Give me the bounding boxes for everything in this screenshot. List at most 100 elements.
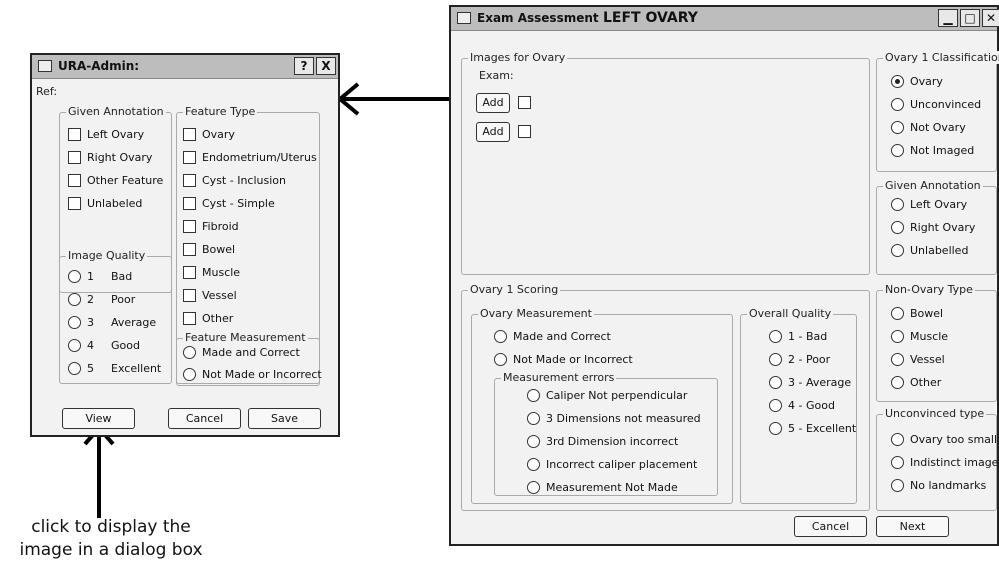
radio-button[interactable] bbox=[891, 121, 904, 134]
option-label: Other Feature bbox=[87, 174, 164, 187]
exam-given-annotation-group: Given Annotation Left Ovary Right Ovary … bbox=[876, 179, 997, 275]
group-legend: Image Quality bbox=[66, 249, 148, 262]
add-image-button-1[interactable]: Add bbox=[476, 93, 510, 113]
radio-button[interactable] bbox=[769, 422, 782, 435]
radio-button[interactable] bbox=[891, 75, 904, 88]
radio-button[interactable] bbox=[68, 362, 81, 375]
radio-button[interactable] bbox=[891, 244, 904, 257]
radio-button[interactable] bbox=[891, 221, 904, 234]
radio-button[interactable] bbox=[68, 316, 81, 329]
checkbox[interactable] bbox=[68, 174, 81, 187]
radio-button[interactable] bbox=[891, 307, 904, 320]
checkbox[interactable] bbox=[183, 151, 196, 164]
radio-button[interactable] bbox=[68, 270, 81, 283]
radio-button[interactable] bbox=[891, 376, 904, 389]
checkbox[interactable] bbox=[183, 174, 196, 187]
option-label: 3rd Dimension incorrect bbox=[546, 435, 679, 448]
radio-button[interactable] bbox=[527, 389, 540, 402]
option-label: Unlabelled bbox=[910, 244, 969, 257]
window-icon bbox=[457, 12, 471, 24]
ovary-measurement-group: Ovary Measurement Made and Correct Not M… bbox=[471, 307, 733, 504]
radio-button[interactable] bbox=[527, 481, 540, 494]
checkbox[interactable] bbox=[183, 312, 196, 325]
option-label: Indistinct image bbox=[910, 456, 999, 469]
option-label: Left Ovary bbox=[910, 198, 968, 211]
radio-button[interactable] bbox=[891, 98, 904, 111]
exam-title-prefix: Exam Assessment bbox=[477, 11, 599, 25]
option-label: Fibroid bbox=[202, 220, 239, 233]
close-button[interactable]: X bbox=[316, 57, 336, 75]
option-label: Unlabeled bbox=[87, 197, 143, 210]
quality-number: 3 bbox=[87, 316, 94, 329]
checkbox[interactable] bbox=[183, 220, 196, 233]
radio-button[interactable] bbox=[527, 435, 540, 448]
radio-button[interactable] bbox=[769, 330, 782, 343]
option-label: Ovary bbox=[910, 75, 943, 88]
add-image-button-2[interactable]: Add bbox=[476, 122, 510, 142]
feature-type-group: Feature Type Ovary Endometrium/Uterus Cy… bbox=[176, 105, 322, 386]
ura-admin-dialog: URA-Admin: ? X Ref: Given Annotation Lef… bbox=[30, 53, 340, 437]
option-label: Not Made or Incorrect bbox=[513, 353, 633, 366]
option-label: Made and Correct bbox=[513, 330, 611, 343]
checkbox[interactable] bbox=[183, 289, 196, 302]
overall-quality-group: Overall Quality 1 - Bad 2 - Poor 3 - Ave… bbox=[740, 307, 857, 504]
window-icon bbox=[38, 60, 52, 72]
view-button[interactable]: View bbox=[62, 408, 135, 429]
radio-button[interactable] bbox=[891, 353, 904, 366]
radio-button[interactable] bbox=[527, 458, 540, 471]
checkbox[interactable] bbox=[68, 128, 81, 141]
cancel-button[interactable]: Cancel bbox=[168, 408, 241, 429]
option-label: 4 - Good bbox=[788, 399, 835, 412]
radio-button[interactable] bbox=[183, 368, 196, 381]
save-button[interactable]: Save bbox=[248, 408, 321, 429]
radio-button[interactable] bbox=[891, 144, 904, 157]
checkbox[interactable] bbox=[68, 197, 81, 210]
radio-button[interactable] bbox=[891, 433, 904, 446]
radio-button[interactable] bbox=[891, 330, 904, 343]
minimize-icon[interactable]: ▁ bbox=[938, 9, 958, 27]
help-button[interactable]: ? bbox=[294, 57, 314, 75]
radio-button[interactable] bbox=[68, 293, 81, 306]
checkbox[interactable] bbox=[183, 128, 196, 141]
group-legend: Ovary 1 Classification bbox=[883, 51, 999, 64]
radio-button[interactable] bbox=[891, 198, 904, 211]
close-icon[interactable]: ✕ bbox=[982, 9, 999, 27]
exam-cancel-button[interactable]: Cancel bbox=[794, 516, 867, 537]
image-checkbox-1[interactable] bbox=[518, 96, 531, 109]
group-legend: Measurement errors bbox=[501, 371, 617, 384]
radio-button[interactable] bbox=[769, 399, 782, 412]
radio-button[interactable] bbox=[494, 353, 507, 366]
radio-button[interactable] bbox=[494, 330, 507, 343]
radio-button[interactable] bbox=[527, 412, 540, 425]
images-for-ovary-group: Images for Ovary Exam: Add Add bbox=[461, 51, 870, 275]
next-button[interactable]: Next bbox=[876, 516, 949, 537]
radio-button[interactable] bbox=[891, 456, 904, 469]
option-label: Muscle bbox=[910, 330, 949, 343]
group-legend: Ovary 1 Scoring bbox=[468, 283, 561, 296]
image-quality-group: Image Quality 1 Bad 2 Poor 3 Average 4 Good … bbox=[59, 249, 172, 384]
radio-button[interactable] bbox=[769, 376, 782, 389]
quality-label: Average bbox=[111, 316, 157, 329]
group-legend: Unconvinced type bbox=[883, 407, 987, 420]
option-label: 2 - Poor bbox=[788, 353, 831, 366]
view-annotation-caption-line-2: image in a dialog box bbox=[19, 540, 203, 560]
group-legend: Given Annotation bbox=[883, 179, 983, 192]
radio-button[interactable] bbox=[891, 479, 904, 492]
checkbox[interactable] bbox=[183, 197, 196, 210]
radio-button[interactable] bbox=[769, 353, 782, 366]
group-legend: Ovary Measurement bbox=[478, 307, 594, 320]
checkbox[interactable] bbox=[183, 243, 196, 256]
option-label: Right Ovary bbox=[87, 151, 153, 164]
radio-button[interactable] bbox=[183, 346, 196, 359]
group-legend: Overall Quality bbox=[747, 307, 834, 320]
radio-button[interactable] bbox=[68, 339, 81, 352]
quality-number: 4 bbox=[87, 339, 94, 352]
group-legend: Images for Ovary bbox=[468, 51, 568, 64]
group-legend: Non-Ovary Type bbox=[883, 283, 975, 296]
checkbox[interactable] bbox=[68, 151, 81, 164]
maximize-icon[interactable]: □ bbox=[960, 9, 980, 27]
image-checkbox-2[interactable] bbox=[518, 125, 531, 138]
checkbox[interactable] bbox=[183, 266, 196, 279]
view-annotation-caption-line-1: click to display the bbox=[31, 517, 191, 537]
option-label: Other bbox=[910, 376, 942, 389]
